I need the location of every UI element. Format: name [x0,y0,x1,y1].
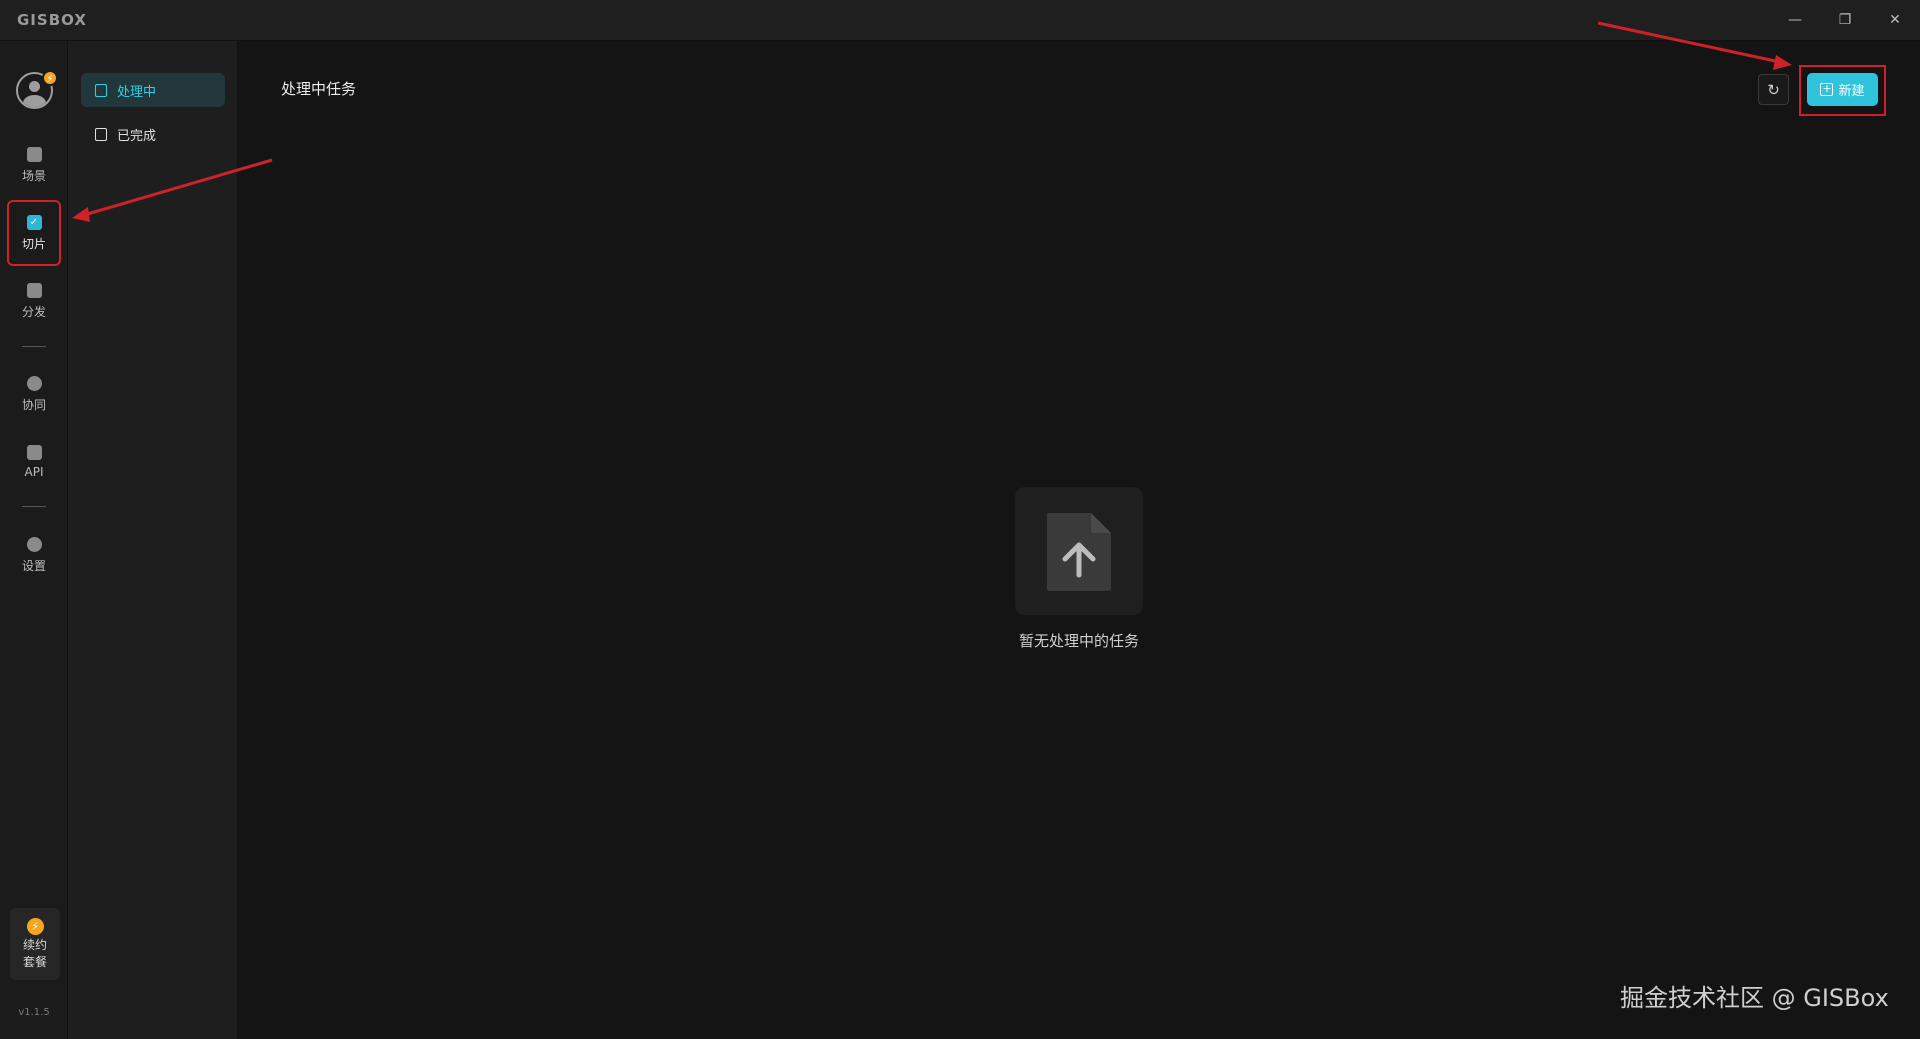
scene-icon [26,146,42,162]
avatar-body-shape [23,95,46,107]
new-task-button[interactable]: + 新建 [1807,73,1878,106]
distribute-icon [26,282,42,298]
file-upload-icon [95,83,107,97]
renew-plan-button[interactable]: ⚡ 续约 套餐 [10,908,60,980]
page-title: 处理中任务 [281,80,357,98]
main-panel: 处理中任务 ↻ + 新建 暂无处理中的任务 [237,41,1920,1039]
rail-item-slice[interactable]: ✓ 切片 [7,200,61,266]
subnav-item-processing[interactable]: 处理中 [81,73,225,107]
title-bar: GISBOX — ❐ ✕ [0,0,1920,41]
rail-item-label: 切片 [21,236,46,251]
new-task-button-label: 新建 [1838,84,1865,99]
rail-item-label: API [24,465,44,479]
rail-item-collaborate[interactable]: 协同 [9,363,59,425]
rail-divider [22,506,46,507]
avatar-badge-icon: ⚡ [42,70,58,86]
minimize-button[interactable]: — [1775,6,1815,34]
file-check-icon [95,127,107,141]
rail-item-scene[interactable]: 场景 [9,134,59,196]
rail-divider [22,346,46,347]
bolt-icon: ⚡ [26,917,44,935]
rail-item-settings[interactable]: 设置 [9,524,59,586]
renew-label-line1: 续约 [22,937,47,952]
api-icon [26,445,42,460]
rail-item-api[interactable]: API [9,431,59,493]
slice-icon: ✓ [26,214,42,230]
settings-icon [26,536,42,552]
maximize-button[interactable]: ❐ [1825,6,1865,34]
rail-item-distribute[interactable]: 分发 [9,270,59,332]
file-upload-icon [1047,513,1111,591]
empty-state-text: 暂无处理中的任务 [1018,632,1139,650]
rail-item-label: 协同 [21,397,46,412]
rail-item-label: 场景 [21,168,46,183]
watermark-text: 掘金技术社区 @ GISBox [1620,984,1889,1012]
icon-rail: ⚡ 场景 ✓ 切片 分发 协同 API 设置 ⚡ 续约 套餐 v1.1.5 [0,41,68,1039]
version-label: v1.1.5 [18,1007,50,1018]
collaborate-icon [26,375,42,391]
refresh-button[interactable]: ↻ [1758,74,1789,105]
close-button[interactable]: ✕ [1875,6,1915,34]
rail-item-label: 分发 [21,304,46,319]
plus-icon: + [1820,82,1834,96]
app-logo: GISBOX [17,11,87,29]
refresh-icon: ↻ [1767,80,1780,99]
empty-state-illustration [1015,487,1143,615]
subnav-item-label: 处理中 [117,84,157,100]
avatar-head-shape [29,81,40,92]
sub-nav: 处理中 已完成 [68,41,237,1039]
renew-label-line2: 套餐 [22,954,47,969]
rail-item-label: 设置 [21,558,46,573]
subnav-item-completed[interactable]: 已完成 [81,117,225,151]
subnav-item-label: 已完成 [117,128,157,144]
